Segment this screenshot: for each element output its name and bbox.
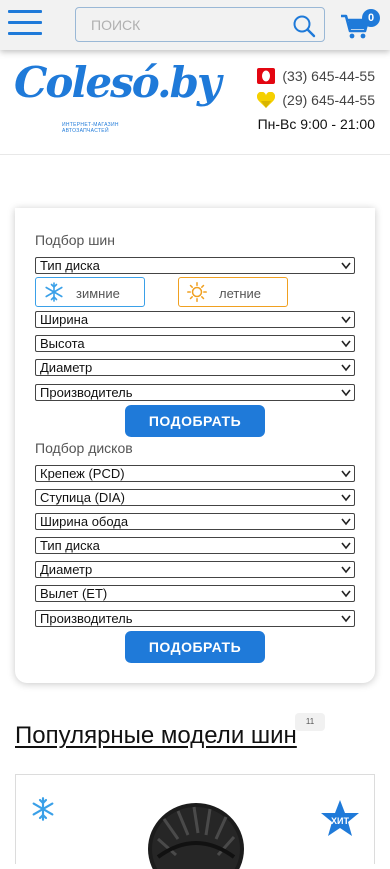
chevron-down-icon bbox=[341, 364, 351, 372]
chevron-down-icon bbox=[341, 316, 351, 324]
chevron-down-icon bbox=[341, 262, 351, 270]
search-icon[interactable] bbox=[292, 14, 316, 38]
chevron-down-icon bbox=[341, 389, 351, 397]
snowflake-icon bbox=[45, 282, 63, 302]
select-value: Вылет (ET) bbox=[40, 586, 108, 601]
select-value: Тип диска bbox=[40, 258, 100, 273]
chevron-down-icon bbox=[341, 494, 351, 502]
tires-submit-button[interactable]: ПОДОБРАТЬ bbox=[125, 405, 265, 437]
select-value: Диаметр bbox=[40, 562, 93, 577]
phone-a1[interactable]: (29) 645-44-55 bbox=[245, 92, 375, 116]
discs-section-title: Подбор дисков bbox=[35, 440, 133, 456]
tire-height-select[interactable]: Высота bbox=[35, 335, 355, 352]
hit-badge-icon: ХИТ bbox=[321, 800, 359, 836]
phone-mts[interactable]: (33) 645-44-55 bbox=[245, 68, 375, 92]
disc-et-select[interactable]: Вылет (ET) bbox=[35, 585, 355, 602]
contacts: (33) 645-44-55 (29) 645-44-55 Пн-Вс 9:00… bbox=[245, 68, 375, 140]
tire-diameter-select[interactable]: Диаметр bbox=[35, 359, 355, 376]
working-hours: Пн-Вс 9:00 - 21:00 bbox=[257, 116, 375, 132]
select-value: Ступица (DIA) bbox=[40, 490, 125, 505]
top-bar: 0 bbox=[0, 0, 390, 50]
tires-section-title: Подбор шин bbox=[35, 232, 115, 248]
select-value: Тип диска bbox=[40, 538, 100, 553]
phone-a1-number: (29) 645-44-55 bbox=[282, 92, 375, 108]
menu-icon[interactable] bbox=[8, 10, 42, 36]
logo-subtitle: ИНТЕРНЕТ-МАГАЗИН АВТОЗАПЧАСТЕЙ bbox=[62, 122, 119, 134]
disc-pcd-select[interactable]: Крепеж (PCD) bbox=[35, 465, 355, 482]
chevron-down-icon bbox=[341, 566, 351, 574]
select-value: Высота bbox=[40, 336, 85, 351]
chevron-down-icon bbox=[341, 590, 351, 598]
chevron-down-icon bbox=[341, 340, 351, 348]
discs-submit-button[interactable]: ПОДОБРАТЬ bbox=[125, 631, 265, 663]
disc-dia-select[interactable]: Ступица (DIA) bbox=[35, 489, 355, 506]
a1-logo-icon bbox=[257, 92, 276, 108]
select-value: Производитель bbox=[40, 611, 133, 626]
cart-button[interactable]: 0 bbox=[340, 9, 382, 40]
winter-toggle[interactable]: зимние bbox=[35, 277, 145, 307]
mts-logo-icon bbox=[257, 68, 276, 84]
summer-toggle[interactable]: летние bbox=[178, 277, 288, 307]
popular-count-badge: 11 bbox=[295, 713, 325, 731]
select-value: Ширина bbox=[40, 312, 89, 327]
search-panel: Подбор шин Тип диска зимние летние Ширин… bbox=[15, 208, 375, 683]
tire-width-select[interactable]: Ширина bbox=[35, 311, 355, 328]
popular-section-title[interactable]: Популярные модели шин bbox=[15, 722, 297, 750]
search-box bbox=[75, 7, 325, 42]
cart-count-badge: 0 bbox=[362, 9, 380, 27]
chevron-down-icon bbox=[341, 470, 351, 478]
chevron-down-icon bbox=[341, 615, 351, 623]
site-header: Colesó.by ИНТЕРНЕТ-МАГАЗИН АВТОЗАПЧАСТЕЙ… bbox=[0, 50, 390, 155]
summer-label: летние bbox=[219, 286, 262, 301]
disc-type-select[interactable]: Тип диска bbox=[35, 537, 355, 554]
chevron-down-icon bbox=[341, 518, 351, 526]
search-input[interactable] bbox=[76, 8, 286, 41]
select-value: Диаметр bbox=[40, 360, 93, 375]
snowflake-icon bbox=[32, 797, 54, 821]
select-value: Производитель bbox=[40, 385, 133, 400]
sun-icon bbox=[187, 282, 207, 302]
disc-rim-width-select[interactable]: Ширина обода bbox=[35, 513, 355, 530]
phone-mts-number: (33) 645-44-55 bbox=[282, 68, 375, 84]
tire-image bbox=[148, 803, 244, 869]
tire-disc-type-select[interactable]: Тип диска bbox=[35, 257, 355, 274]
tire-manufacturer-select[interactable]: Производитель bbox=[35, 384, 355, 401]
logo-text: Colesó.by bbox=[14, 58, 221, 107]
disc-manufacturer-select[interactable]: Производитель bbox=[35, 610, 355, 627]
select-value: Крепеж (PCD) bbox=[40, 466, 125, 481]
winter-label: зимние bbox=[76, 286, 120, 301]
logo[interactable]: Colesó.by ИНТЕРНЕТ-МАГАЗИН АВТОЗАПЧАСТЕЙ bbox=[14, 58, 221, 138]
select-value: Ширина обода bbox=[40, 514, 129, 529]
product-card[interactable]: ХИТ bbox=[15, 774, 375, 869]
hit-badge-label: ХИТ bbox=[331, 816, 349, 826]
chevron-down-icon bbox=[341, 542, 351, 550]
disc-diameter-select[interactable]: Диаметр bbox=[35, 561, 355, 578]
